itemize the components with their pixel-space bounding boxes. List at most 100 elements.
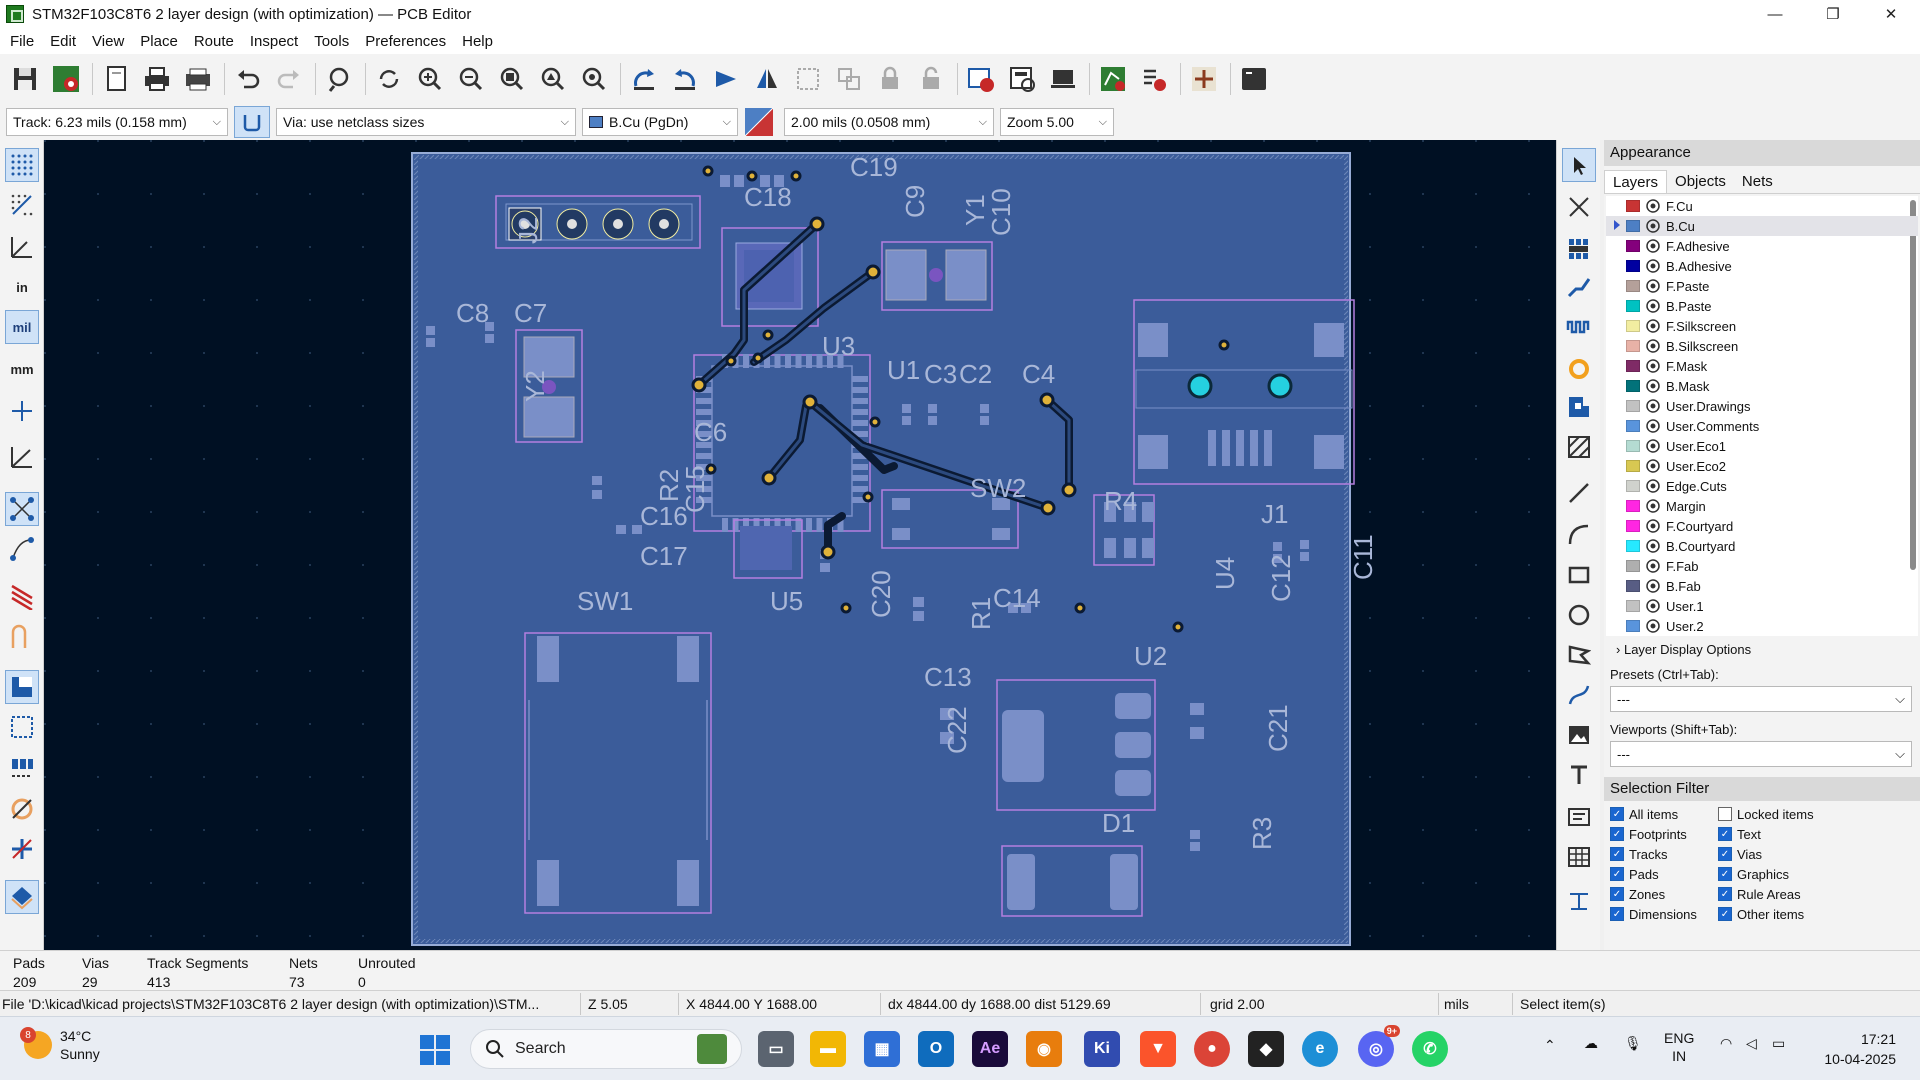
track-fill-icon[interactable] [5, 832, 39, 866]
tab-nets[interactable]: Nets [1734, 170, 1781, 193]
mirror-icon[interactable] [750, 60, 784, 98]
filter-other-items[interactable]: ✓ Other items [1718, 905, 1878, 923]
visibility-eye-icon[interactable] [1646, 279, 1660, 293]
whatsapp-icon[interactable]: ✆ [1412, 1031, 1448, 1067]
checkbox[interactable]: ✓ [1610, 847, 1624, 861]
volume-icon[interactable]: ◁ [1746, 1035, 1757, 1052]
zoom-fit-icon[interactable] [495, 60, 529, 98]
units-mil-button[interactable]: mil [5, 310, 39, 344]
visibility-eye-icon[interactable] [1646, 539, 1660, 553]
net-color-icon[interactable] [5, 580, 39, 614]
presets-select[interactable]: --- ⌵ [1610, 686, 1912, 712]
rotate-ccw-icon[interactable] [627, 60, 661, 98]
checkbox[interactable]: ✓ [1610, 887, 1624, 901]
language-indicator[interactable]: ENG IN [1664, 1029, 1694, 1065]
zoom-selection-icon[interactable] [577, 60, 611, 98]
checkbox[interactable]: ✓ [1718, 887, 1732, 901]
visibility-eye-icon[interactable] [1646, 519, 1660, 533]
tab-objects[interactable]: Objects [1667, 170, 1734, 193]
grid-toggle-icon[interactable] [5, 148, 39, 182]
checkbox[interactable]: ✓ [1718, 907, 1732, 921]
draw-circle-icon[interactable] [1562, 598, 1596, 632]
layer-color-swatch[interactable] [1626, 360, 1640, 372]
filter-graphics[interactable]: ✓ Graphics [1718, 865, 1878, 883]
visibility-eye-icon[interactable] [1646, 399, 1660, 413]
weather-widget[interactable]: 8 34°C Sunny [20, 1027, 100, 1063]
netlist-update-icon[interactable] [964, 60, 998, 98]
layer-row[interactable]: F.Adhesive [1606, 236, 1918, 256]
layer-row[interactable]: Margin [1606, 496, 1918, 516]
drc-icon[interactable] [1096, 60, 1130, 98]
linux-penguin-icon[interactable]: ◆ [1248, 1031, 1284, 1067]
filter-tracks[interactable]: ✓ Tracks [1610, 845, 1718, 863]
polar-coords-icon[interactable] [5, 230, 39, 264]
layer-color-swatch[interactable] [1626, 480, 1640, 492]
add-footprint-icon[interactable] [1562, 232, 1596, 266]
board-setup-icon[interactable] [49, 60, 83, 98]
refresh-icon[interactable] [372, 60, 406, 98]
restore-button[interactable]: ❐ [1804, 0, 1862, 28]
footprint-library-icon[interactable] [1005, 60, 1039, 98]
menu-view[interactable]: View [86, 33, 134, 50]
outlook-icon[interactable]: O [918, 1031, 954, 1067]
visibility-eye-icon[interactable] [1646, 419, 1660, 433]
lock-icon[interactable] [873, 60, 907, 98]
route-track-icon[interactable] [1562, 270, 1596, 304]
visibility-eye-icon[interactable] [1646, 479, 1660, 493]
taskbar-search[interactable]: Search [470, 1029, 742, 1069]
draw-polygon-icon[interactable] [1562, 638, 1596, 672]
layer-color-swatch[interactable] [1626, 540, 1640, 552]
layer-row[interactable]: B.Fab [1606, 576, 1918, 596]
tab-layers[interactable]: Layers [1604, 170, 1668, 193]
filter-locked-items[interactable]: Locked items [1718, 805, 1878, 823]
draw-rectangle-icon[interactable] [1562, 558, 1596, 592]
menu-preferences[interactable]: Preferences [359, 33, 456, 50]
group-icon[interactable] [791, 60, 825, 98]
redo-icon[interactable] [272, 60, 306, 98]
visibility-eye-icon[interactable] [1646, 559, 1660, 573]
filter-all-items[interactable]: ✓ All items [1610, 805, 1718, 823]
filter-rule-areas[interactable]: ✓ Rule Areas [1718, 885, 1878, 903]
checkbox[interactable]: ✓ [1718, 847, 1732, 861]
close-button[interactable]: ✕ [1862, 0, 1920, 28]
add-table-icon[interactable] [1562, 840, 1596, 874]
layer-color-swatch[interactable] [1626, 220, 1640, 232]
add-image-icon[interactable] [1562, 718, 1596, 752]
chrome-icon[interactable]: ● [1194, 1031, 1230, 1067]
layer-row[interactable]: F.Fab [1606, 556, 1918, 576]
auto-track-width-toggle[interactable] [234, 106, 270, 138]
microphone-icon[interactable]: 🎙 [1624, 1035, 1642, 1052]
layer-color-swatch[interactable] [1626, 560, 1640, 572]
add-zone-icon[interactable] [1562, 390, 1596, 424]
grid-override-icon[interactable] [5, 188, 39, 222]
layer-color-swatch[interactable] [1626, 280, 1640, 292]
add-via-icon[interactable] [1562, 352, 1596, 386]
edge-icon[interactable]: e [1302, 1031, 1338, 1067]
layer-color-swatch[interactable] [1626, 620, 1640, 632]
store-icon[interactable]: ▦ [864, 1031, 900, 1067]
layer-row[interactable]: B.Paste [1606, 296, 1918, 316]
pcb-canvas[interactable]: C19 C18 C8 C7 U3 U1 C3 C2 C4 C6 C16 C17 … [44, 140, 1556, 950]
visibility-eye-icon[interactable] [1646, 219, 1660, 233]
visibility-eye-icon[interactable] [1646, 599, 1660, 613]
menu-help[interactable]: Help [456, 33, 503, 50]
add-text-icon[interactable] [1562, 758, 1596, 792]
blender-icon[interactable]: ◉ [1026, 1031, 1062, 1067]
track-clearance-icon[interactable] [5, 620, 39, 654]
layer-color-swatch[interactable] [1626, 320, 1640, 332]
visibility-eye-icon[interactable] [1646, 619, 1660, 633]
layer-manager-icon[interactable] [5, 880, 39, 914]
layer-row[interactable]: F.Mask [1606, 356, 1918, 376]
visibility-eye-icon[interactable] [1646, 199, 1660, 213]
filter-footprints[interactable]: ✓ Footprints [1610, 825, 1718, 843]
checkbox[interactable]: ✓ [1718, 827, 1732, 841]
visibility-eye-icon[interactable] [1646, 379, 1660, 393]
layer-row[interactable]: F.Silkscreen [1606, 316, 1918, 336]
layer-row[interactable]: User.Comments [1606, 416, 1918, 436]
visibility-eye-icon[interactable] [1646, 299, 1660, 313]
ungroup-icon[interactable] [832, 60, 866, 98]
layer-row[interactable]: B.Cu [1606, 216, 1918, 236]
select-arrow-icon[interactable] [1562, 148, 1596, 182]
visibility-eye-icon[interactable] [1646, 499, 1660, 513]
menu-file[interactable]: File [4, 33, 44, 50]
